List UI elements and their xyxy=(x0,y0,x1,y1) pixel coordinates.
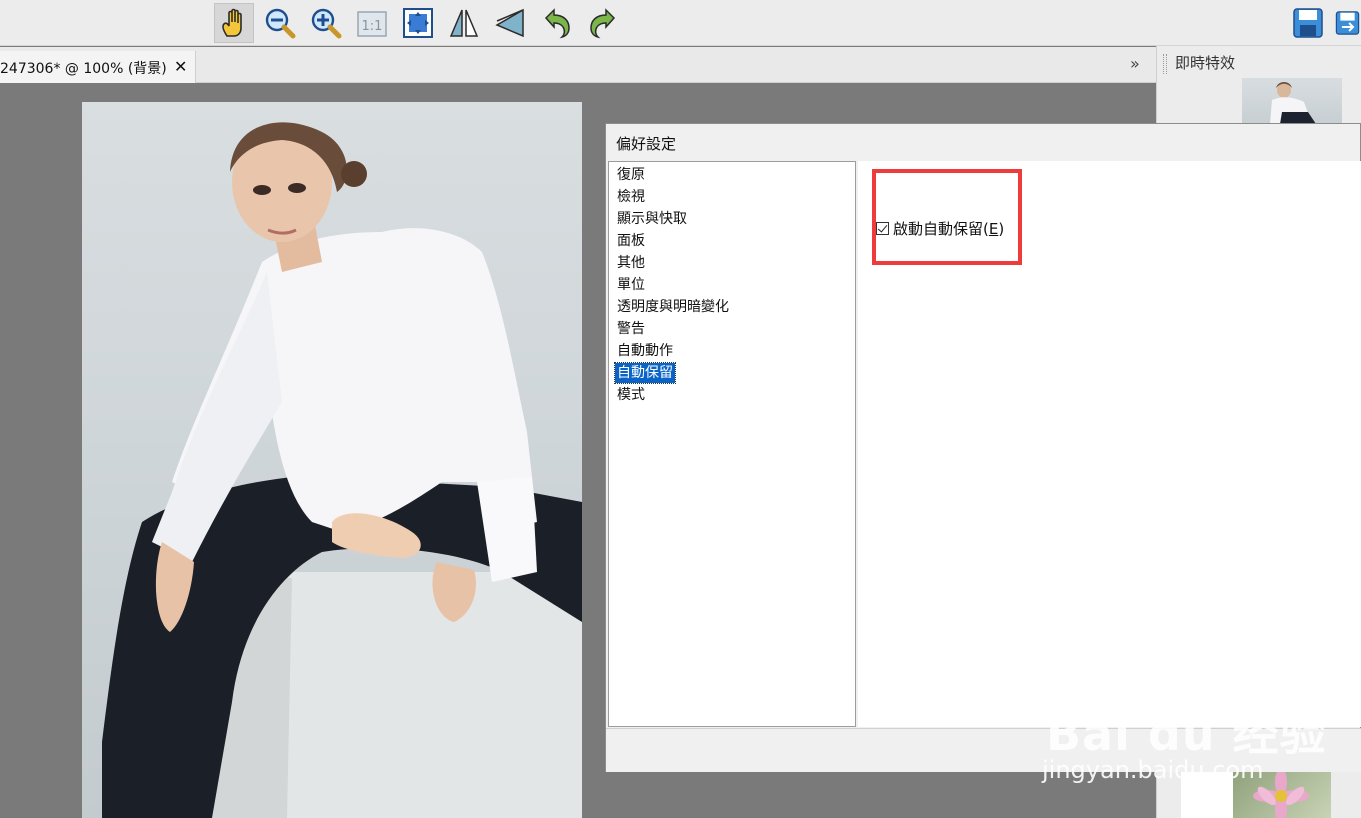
category-item-warnings[interactable]: 警告 xyxy=(615,319,647,339)
document-tab-bar: 247306* @ 100% (背景) ✕ » xyxy=(0,47,1156,83)
panel-grip-handle[interactable] xyxy=(1163,54,1167,74)
zoom-out-icon xyxy=(265,8,296,39)
zoom-in-icon xyxy=(311,8,342,39)
effect-thumbnail[interactable] xyxy=(1242,78,1342,124)
rotate-right-icon xyxy=(590,8,616,39)
close-icon[interactable]: ✕ xyxy=(174,57,187,76)
document-tab-label: 247306* @ 100% (背景) xyxy=(0,61,167,77)
document-tab[interactable]: 247306* @ 100% (背景) ✕ xyxy=(0,51,196,83)
settings-pane: 啟動自動保留(E) xyxy=(858,161,1361,727)
category-item-misc[interactable]: 其他 xyxy=(615,253,647,273)
dialog-title: 偏好設定 xyxy=(616,135,677,153)
portrait-thumbnail-image xyxy=(1270,82,1316,124)
rotate-right-button[interactable] xyxy=(583,3,623,43)
rotate-left-button[interactable] xyxy=(537,3,577,43)
panel-title: 即時特效 xyxy=(1175,54,1236,72)
fit-window-button[interactable] xyxy=(398,3,438,43)
portrait-photo-image xyxy=(102,122,582,818)
flip-vertical-button[interactable] xyxy=(490,3,530,43)
zoom-out-button[interactable] xyxy=(260,3,300,43)
main-toolbar: 1:1 xyxy=(0,0,1361,46)
zoom-in-button[interactable] xyxy=(306,3,346,43)
flip-horizontal-button[interactable] xyxy=(444,3,484,43)
category-item-transparency-shading[interactable]: 透明度與明暗變化 xyxy=(615,297,731,317)
category-item-undo[interactable]: 復原 xyxy=(615,165,647,185)
flip-horizontal-icon xyxy=(449,9,479,37)
save-as-button[interactable] xyxy=(1334,3,1361,43)
save-as-icon xyxy=(1335,11,1360,35)
actual-size-icon: 1:1 xyxy=(357,11,387,37)
save-icon xyxy=(1293,8,1323,38)
category-item-view[interactable]: 檢視 xyxy=(615,187,647,207)
dialog-footer xyxy=(606,728,1361,772)
actual-size-button[interactable]: 1:1 xyxy=(352,3,392,43)
flower-thumbnail-image xyxy=(1233,766,1331,818)
hand-icon xyxy=(222,8,242,37)
annotation-highlight-box xyxy=(872,169,1022,265)
category-list[interactable]: 復原 檢視 顯示與快取 面板 其他 單位 透明度與明暗變化 警告 自動動作 自動… xyxy=(608,161,856,727)
flip-vertical-icon xyxy=(495,8,524,38)
category-item-mode[interactable]: 模式 xyxy=(615,385,647,405)
category-item-panels[interactable]: 面板 xyxy=(615,231,647,251)
enable-autosave-label: 啟動自動保留(E) xyxy=(893,220,1005,238)
enable-autosave-checkbox[interactable] xyxy=(876,222,889,235)
category-item-units[interactable]: 單位 xyxy=(615,275,647,295)
actual-size-label: 1:1 xyxy=(362,19,383,34)
category-item-autosave[interactable]: 自動保留 xyxy=(614,362,676,384)
preferences-dialog: 偏好設定 復原 檢視 顯示與快取 面板 其他 單位 透明度與明暗變化 警告 自動… xyxy=(605,123,1361,772)
fit-window-icon xyxy=(403,8,433,38)
enable-autosave-option[interactable]: 啟動自動保留(E) xyxy=(876,218,1004,239)
tab-overflow-chevron-icon[interactable]: » xyxy=(1130,54,1140,73)
photo-canvas[interactable] xyxy=(82,102,582,818)
rotate-left-icon xyxy=(544,8,570,39)
save-button[interactable] xyxy=(1288,3,1328,43)
hand-tool-button[interactable] xyxy=(214,3,254,43)
category-item-display-cache[interactable]: 顯示與快取 xyxy=(615,209,689,229)
category-item-auto-actions[interactable]: 自動動作 xyxy=(615,341,675,361)
